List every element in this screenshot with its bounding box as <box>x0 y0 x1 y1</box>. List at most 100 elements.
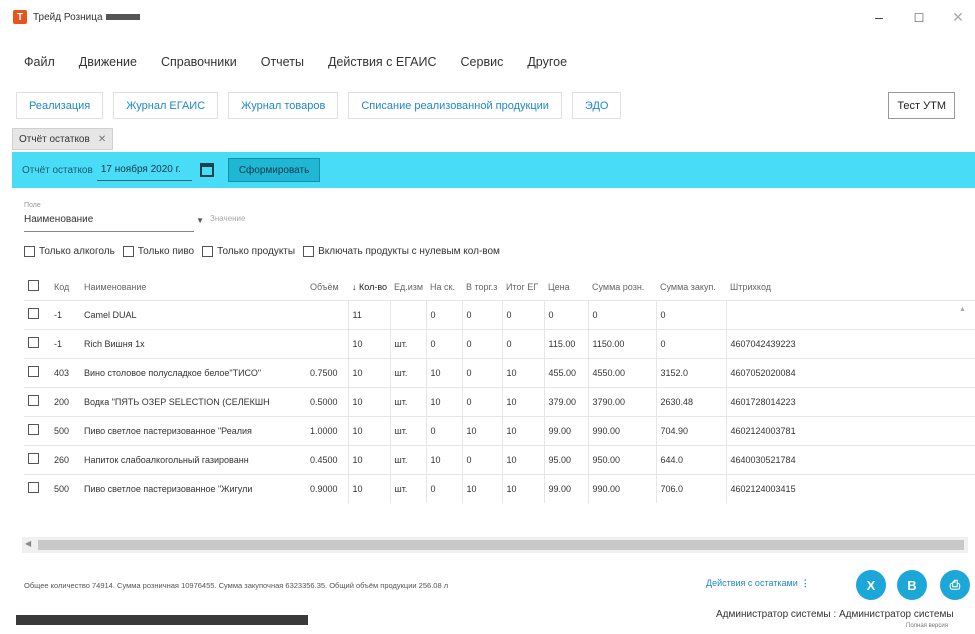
row-checkbox[interactable] <box>24 415 50 445</box>
menu-movement[interactable]: Движение <box>79 55 137 69</box>
title-redacted <box>105 14 140 20</box>
scroll-up-icon[interactable]: ▲ <box>959 306 967 313</box>
col-trade-hall[interactable]: В торг.з <box>462 274 502 300</box>
menu-file[interactable]: Файл <box>24 55 55 69</box>
version-label: Полная версия <box>906 623 948 629</box>
minimize-button[interactable]: – <box>864 6 894 28</box>
table-row[interactable]: -1 Camel DUAL 11 0 0 0 0 0 0 <box>24 299 975 329</box>
print-icon: ⎙ <box>949 577 961 592</box>
menu-other[interactable]: Другое <box>527 55 567 69</box>
table-cell: 10 <box>426 444 463 474</box>
col-price[interactable]: Цена <box>544 274 588 300</box>
table-row[interactable]: 260 Напиток слабоалкогольный газированн 0.… <box>24 444 975 474</box>
table-cell: 10 <box>348 444 391 474</box>
generate-button[interactable]: Сформировать <box>227 158 321 182</box>
table-cell-filler <box>818 386 975 416</box>
table-cell: 95.00 <box>544 444 589 474</box>
maximize-button[interactable]: □ <box>904 6 934 28</box>
checkbox-label: Только продукты <box>217 246 296 257</box>
table-row[interactable]: 500 Пиво светлое пастеризованное "Реалия 1… <box>24 415 975 445</box>
col-qty[interactable]: ↓ Кол-во <box>348 274 390 300</box>
col-name[interactable]: Наименование <box>80 274 306 300</box>
row-checkbox[interactable] <box>24 357 50 387</box>
table-cell: 0.4500 <box>306 444 349 474</box>
checkbox-box[interactable] <box>202 246 214 257</box>
row-checkbox[interactable] <box>24 328 50 358</box>
table-cell: 10 <box>462 415 503 445</box>
filter-checkboxes: Только алкоголь Только пиво Только проду… <box>24 246 508 257</box>
stock-actions-link[interactable]: Действия с остатками ⋮ <box>706 578 810 589</box>
col-code[interactable]: Код <box>50 274 80 300</box>
checkbox-box[interactable] <box>303 246 315 257</box>
table-cell: 0 <box>426 299 463 329</box>
menu-reports[interactable]: Отчеты <box>261 55 304 69</box>
table-cell: 704.90 <box>656 415 727 445</box>
row-checkbox[interactable] <box>24 299 50 329</box>
table-cell <box>726 299 818 329</box>
quicktab-edo[interactable]: ЭДО <box>571 92 622 119</box>
col-barcode[interactable]: Штрихкод <box>726 274 818 300</box>
checkbox-label: Только пиво <box>137 246 195 257</box>
table-row[interactable]: -1 Rich Вишня 1х 10 шт. 0 0 0 115.00 1150.00 0 460… <box>24 328 975 358</box>
row-checkbox[interactable] <box>24 386 50 416</box>
row-checkbox[interactable] <box>24 444 50 474</box>
calendar-icon[interactable] <box>199 163 214 177</box>
checkbox-only-products[interactable]: Только продукты <box>202 246 295 257</box>
totals-status: Общее количество 74914. Сумма розничная … <box>24 581 449 590</box>
row-checkbox[interactable] <box>24 473 50 503</box>
col-purchase-sum[interactable]: Сумма закуп. <box>656 274 726 300</box>
table-cell: шт. <box>390 444 427 474</box>
table-cell: 0 <box>656 328 727 358</box>
excel-export-button[interactable]: X <box>856 570 886 600</box>
excel-export-icon: X <box>866 577 876 593</box>
filter-field-select[interactable]: Поле Наименование ▼ <box>24 200 204 232</box>
date-field[interactable]: 17 ноября 2020 г. <box>96 159 192 181</box>
table-row[interactable]: 200 Водка "ПЯТЬ ОЗЕР SELECTION (СЕЛЕКШН 0.… <box>24 386 975 416</box>
checkbox-include-zero[interactable]: Включать продукты с нулевым кол-вом <box>303 246 500 257</box>
horizontal-scrollbar[interactable]: ◀ <box>22 537 968 553</box>
checkbox-box[interactable] <box>122 246 134 257</box>
quicktab-egais-journal[interactable]: Журнал ЕГАИС <box>113 92 219 119</box>
scrollbar-thumb[interactable] <box>38 540 964 550</box>
stock-table: Код Наименование Объём ↓ Кол-во Ед.изм Н… <box>24 274 975 503</box>
title-bar: Т Трейд Розница <box>0 0 975 34</box>
menu-egais-actions[interactable]: Действия с ЕГАИС <box>328 55 437 69</box>
checkbox-only-beer[interactable]: Только пиво <box>122 246 195 257</box>
table-cell: 10 <box>502 386 545 416</box>
col-egais-total[interactable]: Итог ЕГ <box>502 274 544 300</box>
stock-actions-label: Действия с остатками <box>706 578 798 588</box>
quicktab-writeoff[interactable]: Списание реализованной продукции <box>348 92 562 119</box>
test-utm-button[interactable]: Тест УТМ <box>888 92 955 119</box>
table-cell: 10 <box>348 415 391 445</box>
tab-stock-report[interactable]: Отчёт остатков ✕ <box>12 128 114 150</box>
table-row[interactable]: 500 Пиво светлое пастеризованное "Жигули 0… <box>24 473 975 503</box>
quicktab-sales[interactable]: Реализация <box>16 92 104 119</box>
close-button[interactable]: ✕ <box>943 6 973 28</box>
quicktab-goods-journal[interactable]: Журнал товаров <box>228 92 339 119</box>
table-cell: 4607042439223 <box>726 328 818 358</box>
checkbox-only-alcohol[interactable]: Только алкоголь <box>24 246 115 257</box>
col-stock[interactable]: На ск. <box>426 274 462 300</box>
col-retail-sum[interactable]: Сумма розн. <box>588 274 656 300</box>
table-cell: 0.9000 <box>306 473 349 503</box>
filter-value-input[interactable]: Значение <box>210 214 280 232</box>
tab-close-icon[interactable]: ✕ <box>98 134 106 145</box>
table-row[interactable]: 403 Вино столовое полусладкое белое"ТИСО"… <box>24 357 975 387</box>
select-all-checkbox[interactable] <box>24 274 50 300</box>
menu-service[interactable]: Сервис <box>461 55 504 69</box>
table-cell: 0 <box>462 299 503 329</box>
document-button[interactable]: B <box>897 570 927 600</box>
table-cell <box>390 299 427 329</box>
checkbox-box[interactable] <box>24 246 35 257</box>
table-cell: 0 <box>502 328 545 358</box>
table-cell: 2630.48 <box>656 386 727 416</box>
scroll-left-icon[interactable]: ◀ <box>25 539 31 548</box>
app-logo-icon: Т <box>13 10 27 24</box>
col-unit[interactable]: Ед.изм <box>390 274 426 300</box>
table-cell-filler <box>818 415 975 445</box>
print-button[interactable]: ⎙ <box>940 570 970 600</box>
menu-references[interactable]: Справочники <box>161 55 237 69</box>
table-cell: 0 <box>426 328 463 358</box>
table-cell: 10 <box>502 357 545 387</box>
col-volume[interactable]: Объём <box>306 274 348 300</box>
